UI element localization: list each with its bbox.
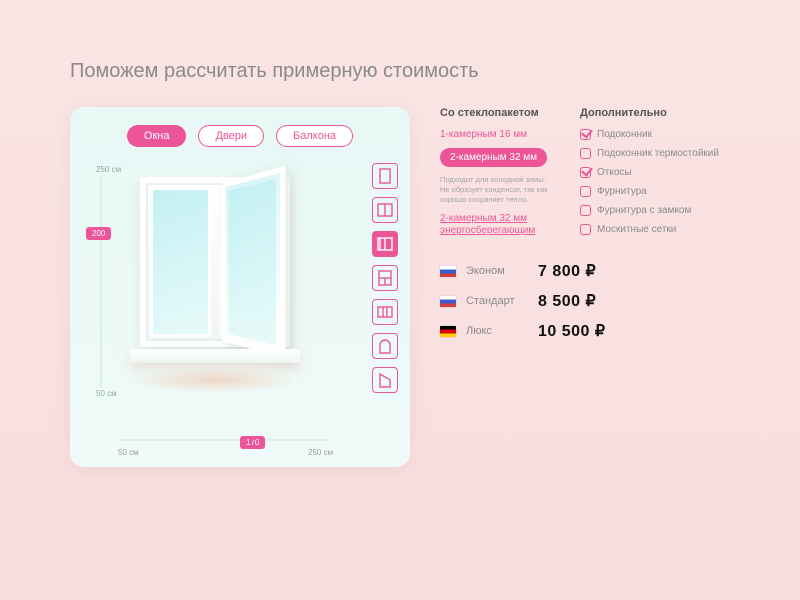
extra-label: Фурнитура с замком xyxy=(597,205,691,216)
checkbox-icon xyxy=(580,148,591,159)
extra-label: Подоконник термостойкий xyxy=(597,148,719,159)
price-standard: Стандарт 8 500 ₽ xyxy=(440,291,719,311)
shape-arch[interactable] xyxy=(372,333,398,359)
glass-column: Со стеклопакетом 1-камерным 16 мм 2-каме… xyxy=(440,107,550,237)
shape-double-open[interactable] xyxy=(372,231,398,257)
price-economy: Эконом 7 800 ₽ xyxy=(440,261,719,281)
extra-label: Москитные сетки xyxy=(597,224,676,235)
checkbox-icon xyxy=(580,167,591,178)
shape-palette xyxy=(372,163,398,393)
extra-mosquito[interactable]: Москитные сетки xyxy=(580,224,719,235)
checkbox-icon xyxy=(580,129,591,140)
glass-heading: Со стеклопакетом xyxy=(440,107,550,119)
width-slider-track[interactable] xyxy=(118,439,328,441)
flag-de-icon xyxy=(440,326,456,337)
page-title: Поможем рассчитать примерную стоимость xyxy=(70,60,730,83)
extra-sill-heat[interactable]: Подоконник термостойкий xyxy=(580,148,719,159)
extras-heading: Дополнительно xyxy=(580,107,719,119)
tier-price: 7 800 ₽ xyxy=(538,261,596,281)
extra-hardware[interactable]: Фурнитура xyxy=(580,186,719,197)
flag-ru-icon xyxy=(440,266,456,277)
extras-column: Дополнительно Подоконник Подоконник терм… xyxy=(580,107,719,237)
tier-price: 10 500 ₽ xyxy=(538,321,606,341)
width-max-label: 250 см xyxy=(308,448,333,457)
height-slider-thumb[interactable]: 200 xyxy=(86,227,111,240)
glass-option-2[interactable]: 2-камерным 32 мм xyxy=(440,148,547,167)
extra-label: Фурнитура xyxy=(597,186,647,197)
width-slider-thumb[interactable]: 170 xyxy=(240,436,265,449)
flag-ru-icon xyxy=(440,296,456,307)
height-max-label: 250 см xyxy=(96,165,121,174)
configurator-card: Окна Двери Балкона 250 см 50 см 200 50 с… xyxy=(70,107,410,467)
shape-t-split[interactable] xyxy=(372,265,398,291)
shape-angle[interactable] xyxy=(372,367,398,393)
window-illustration xyxy=(140,177,320,387)
tier-name: Стандарт xyxy=(466,295,528,307)
price-lux: Люкс 10 500 ₽ xyxy=(440,321,719,341)
glass-option-1[interactable]: 1-камерным 16 мм xyxy=(440,129,550,140)
checkbox-icon xyxy=(580,205,591,216)
tab-doors[interactable]: Двери xyxy=(198,125,264,147)
extra-hardware-lock[interactable]: Фурнитура с замком xyxy=(580,205,719,216)
shape-single[interactable] xyxy=(372,163,398,189)
product-tabs: Окна Двери Балкона xyxy=(88,125,392,147)
extra-label: Откосы xyxy=(597,167,632,178)
tier-name: Эконом xyxy=(466,265,528,277)
tab-windows[interactable]: Окна xyxy=(127,125,187,147)
price-list: Эконом 7 800 ₽ Стандарт 8 500 ₽ Люкс 10 … xyxy=(440,261,719,341)
extra-sill[interactable]: Подоконник xyxy=(580,129,719,140)
tier-name: Люкс xyxy=(466,325,528,337)
height-min-label: 50 см xyxy=(96,389,117,398)
tier-price: 8 500 ₽ xyxy=(538,291,596,311)
glass-option-3[interactable]: 2-камерным 32 мм энергосберегающим xyxy=(440,213,550,237)
checkbox-icon xyxy=(580,224,591,235)
extra-slopes[interactable]: Откосы xyxy=(580,167,719,178)
extra-label: Подоконник xyxy=(597,129,652,140)
height-slider-track[interactable] xyxy=(100,177,102,387)
checkbox-icon xyxy=(580,186,591,197)
width-min-label: 50 см xyxy=(118,448,139,457)
shape-triple[interactable] xyxy=(372,299,398,325)
tab-balcony[interactable]: Балкона xyxy=(276,125,353,147)
glass-note: Подходит для холодной зимы. Не образует … xyxy=(440,175,550,205)
shape-double[interactable] xyxy=(372,197,398,223)
